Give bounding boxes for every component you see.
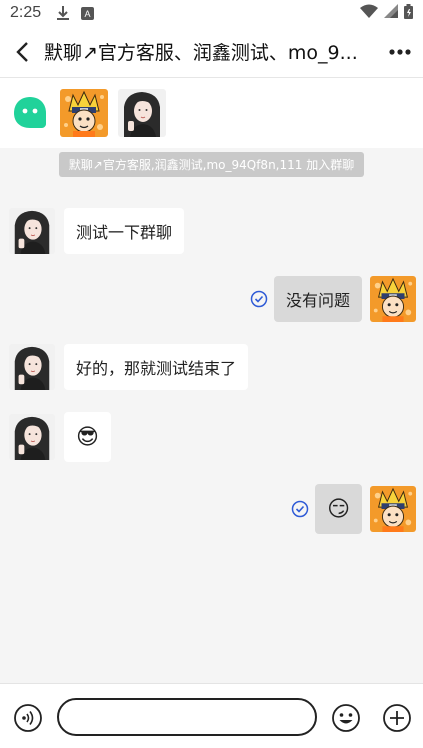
message-row: 😎 — [9, 412, 111, 462]
message-row: 😏 — [291, 484, 416, 534]
emoji-message-bubble[interactable]: 😎 — [64, 412, 111, 462]
battery-icon — [404, 3, 413, 23]
message-bubble[interactable]: 测试一下群聊 — [64, 208, 185, 254]
signal-icon — [384, 4, 398, 22]
message-row: 好的，那就测试结束了 — [9, 344, 249, 390]
emoji-icon[interactable] — [331, 703, 361, 733]
girl-avatar[interactable] — [9, 208, 55, 254]
back-button[interactable] — [0, 26, 44, 78]
wifi-icon — [360, 4, 378, 22]
message-input[interactable] — [57, 698, 317, 736]
back-arrow-icon — [16, 41, 28, 62]
chat-title: 默聊↗官方客服、润鑫测试、mo_9... — [44, 42, 358, 64]
ninja-avatar[interactable] — [60, 89, 108, 137]
message-bubble[interactable]: 没有问题 — [273, 276, 362, 322]
voice-icon[interactable] — [13, 703, 43, 733]
message-row: 没有问题 — [250, 276, 416, 322]
emoji-message-bubble[interactable]: 😏 — [315, 484, 362, 534]
system-notice-wrap: 默聊↗官方客服,润鑫测试,mo_94Qf8n,111 加入群聊 — [0, 152, 423, 177]
chat-bot-icon[interactable] — [10, 93, 50, 133]
input-bar — [0, 683, 423, 748]
plus-icon[interactable] — [382, 703, 412, 733]
notification-a-icon: A — [81, 6, 95, 20]
read-check-icon — [250, 290, 268, 308]
read-check-icon — [291, 500, 309, 518]
ninja-avatar[interactable] — [370, 486, 416, 532]
status-bar: 2:25 A — [0, 0, 423, 26]
status-time: 2:25 — [10, 4, 42, 21]
member-strip — [0, 78, 423, 148]
system-notice: 默聊↗官方客服,润鑫测试,mo_94Qf8n,111 加入群聊 — [58, 152, 365, 177]
message-bubble[interactable]: 好的，那就测试结束了 — [64, 344, 249, 390]
girl-avatar[interactable] — [9, 414, 55, 460]
download-icon — [57, 6, 70, 20]
svg-text:A: A — [85, 9, 91, 19]
girl-avatar[interactable] — [118, 89, 166, 137]
ninja-avatar[interactable] — [370, 276, 416, 322]
chat-header: 默聊↗官方客服、润鑫测试、mo_9... — [0, 26, 423, 78]
more-dots-icon — [389, 48, 411, 55]
girl-avatar[interactable] — [9, 344, 55, 390]
more-options-button[interactable] — [377, 26, 423, 78]
message-row: 测试一下群聊 — [9, 208, 185, 254]
